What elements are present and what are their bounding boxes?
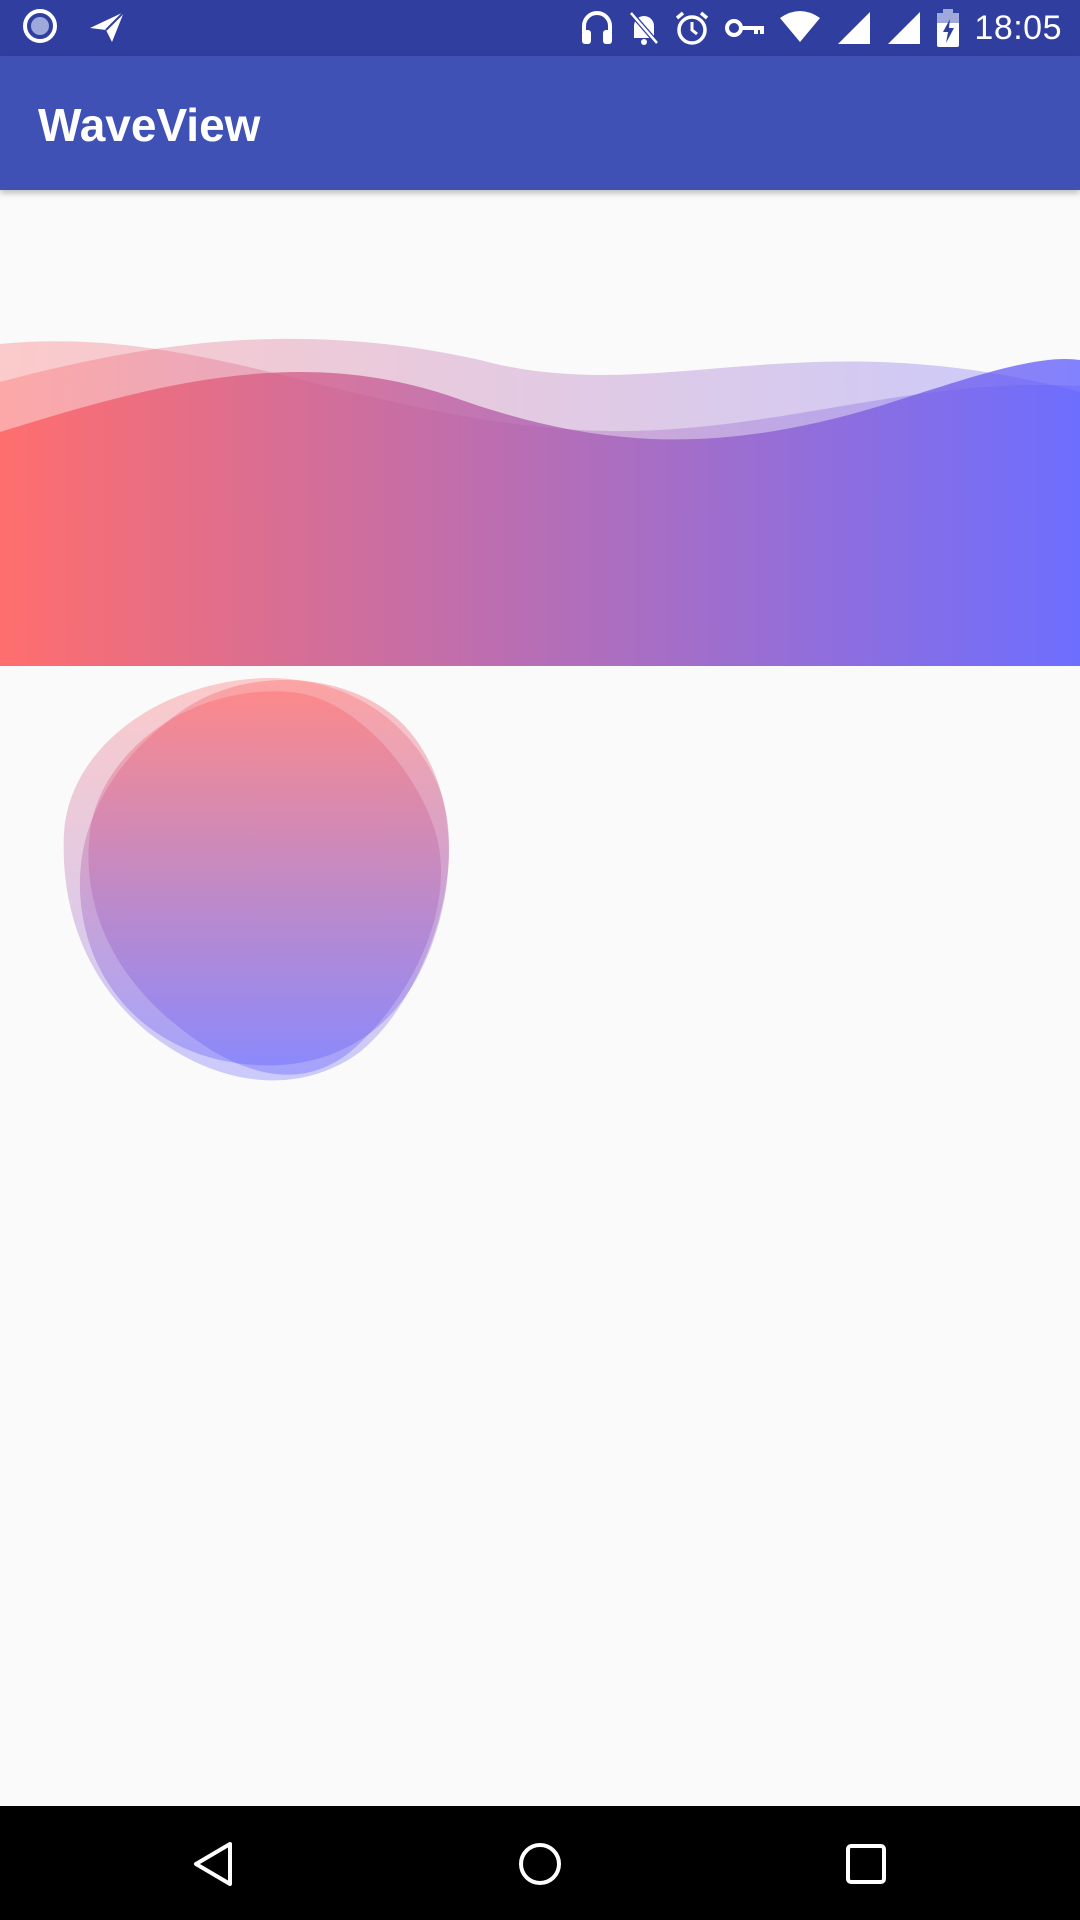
record-icon: [22, 8, 58, 44]
status-bar: 18:05: [0, 0, 1080, 56]
back-icon: [184, 1834, 244, 1894]
vpn-key-icon: [724, 10, 765, 46]
app-bar: WaveView: [0, 56, 1080, 190]
status-left-icons: [22, 8, 126, 44]
headphones-icon: [580, 10, 614, 46]
send-icon: [88, 8, 126, 44]
home-icon: [510, 1834, 570, 1894]
alarm-icon: [674, 10, 710, 46]
signal-icon: [886, 10, 922, 46]
recents-icon: [836, 1834, 896, 1894]
navigation-bar: [0, 1806, 1080, 1920]
app-title: WaveView: [38, 99, 261, 151]
signal-icon: [836, 10, 872, 46]
status-time: 18:05: [974, 8, 1062, 47]
notifications-off-icon: [628, 10, 660, 46]
status-right-icons: 18:05: [580, 6, 1062, 50]
blob-view: [60, 672, 520, 1132]
back-button[interactable]: [184, 1834, 244, 1894]
battery-charging-icon: [936, 9, 960, 47]
wave-view: [0, 330, 1080, 666]
home-button[interactable]: [510, 1834, 570, 1894]
recents-button[interactable]: [836, 1834, 896, 1894]
wifi-icon: [778, 10, 822, 46]
